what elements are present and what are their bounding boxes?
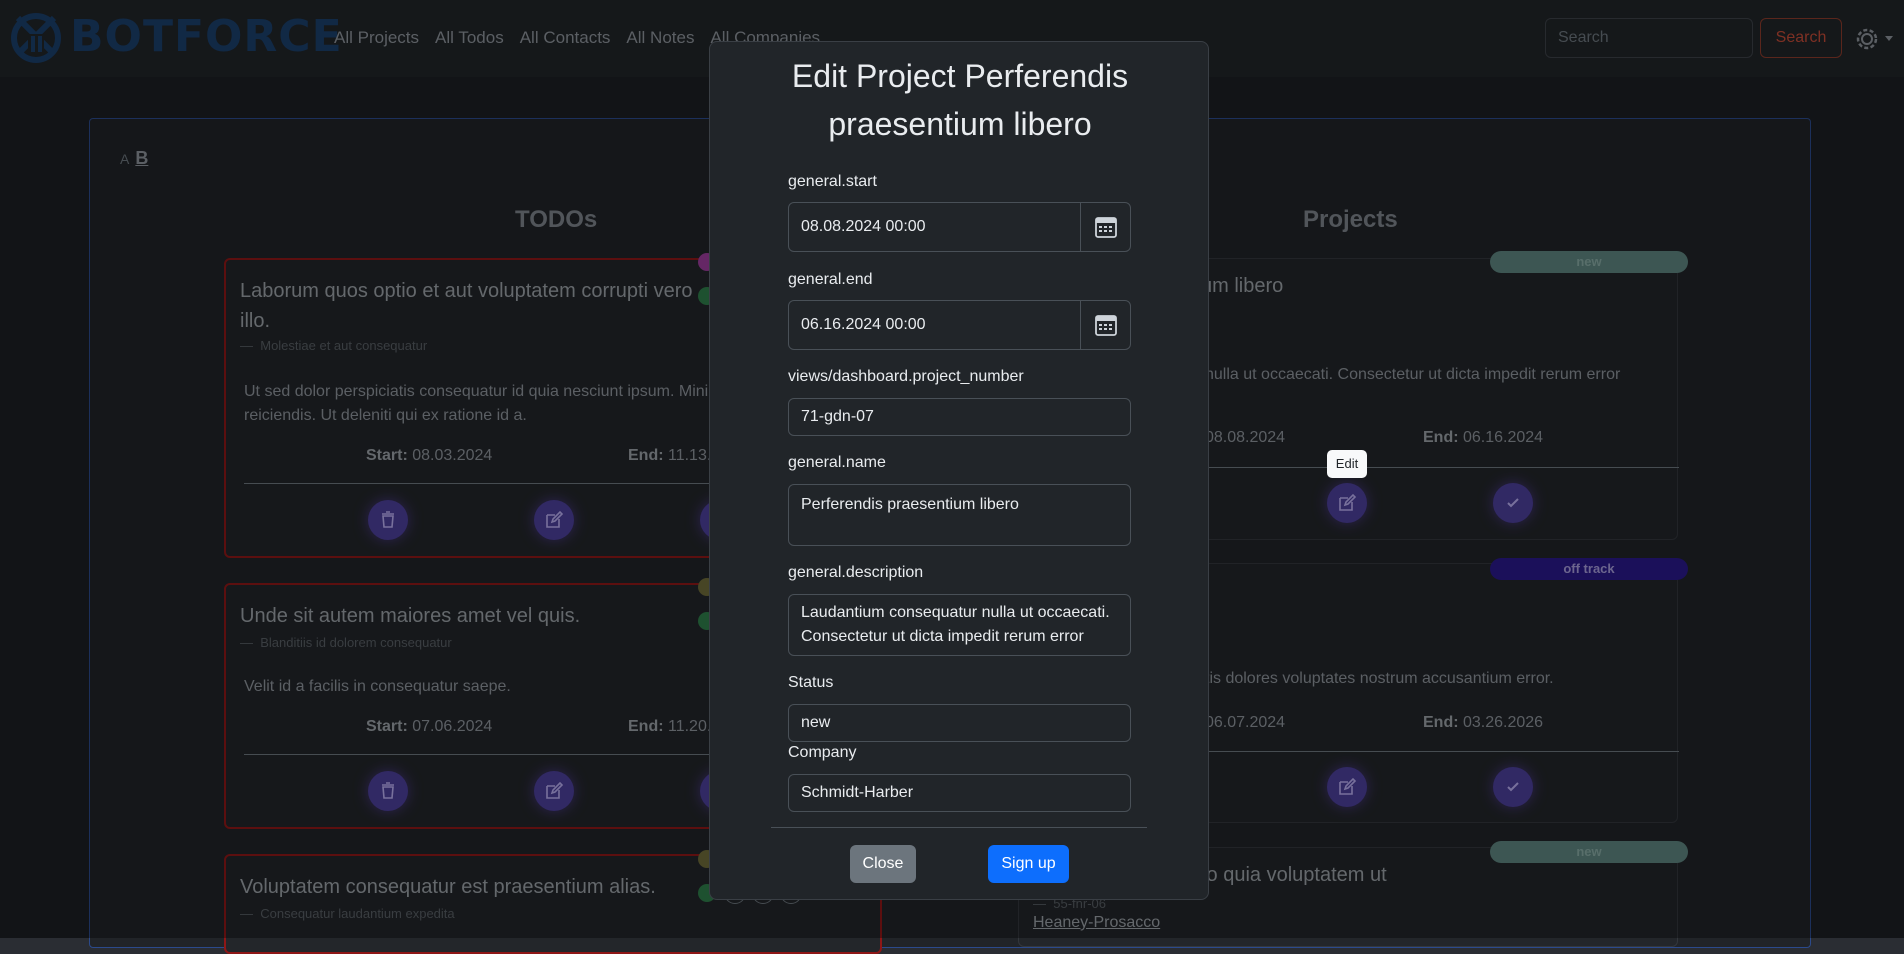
company-label: Company <box>788 744 857 761</box>
calendar-icon <box>1094 217 1117 238</box>
edit-tooltip: Edit <box>1327 450 1367 478</box>
calendar-icon <box>1094 315 1117 336</box>
status-select[interactable]: new <box>788 704 1131 742</box>
close-button[interactable]: Close <box>850 845 916 883</box>
modal-footer-divider <box>771 827 1147 828</box>
end-date-field[interactable]: 06.16.2024 00:00 <box>788 300 1131 350</box>
name-label: general.name <box>788 454 886 471</box>
end-calendar-button[interactable] <box>1080 301 1130 349</box>
project-number-field[interactable]: 71-gdn-07 <box>788 398 1131 436</box>
project-number-label: views/dashboard.project_number <box>788 368 1024 385</box>
company-select[interactable]: Schmidt-Harber <box>788 774 1131 812</box>
end-label: general.end <box>788 271 873 288</box>
edit-project-modal: Edit Project Perferendis praesentium lib… <box>709 41 1209 900</box>
status-label: Status <box>788 674 834 691</box>
start-label: general.start <box>788 173 877 190</box>
start-calendar-button[interactable] <box>1080 203 1130 251</box>
start-date-field[interactable]: 08.08.2024 00:00 <box>788 202 1131 252</box>
description-label: general.description <box>788 564 924 581</box>
description-textarea[interactable]: Laudantium consequatur nulla ut occaecat… <box>788 594 1131 656</box>
end-date-value: 06.16.2024 00:00 <box>801 316 926 333</box>
start-date-value: 08.08.2024 00:00 <box>801 218 926 235</box>
sign-up-button[interactable]: Sign up <box>988 845 1069 883</box>
name-textarea[interactable]: Perferendis praesentium libero <box>788 484 1131 546</box>
modal-title: Edit Project Perferendis praesentium lib… <box>791 58 1129 142</box>
